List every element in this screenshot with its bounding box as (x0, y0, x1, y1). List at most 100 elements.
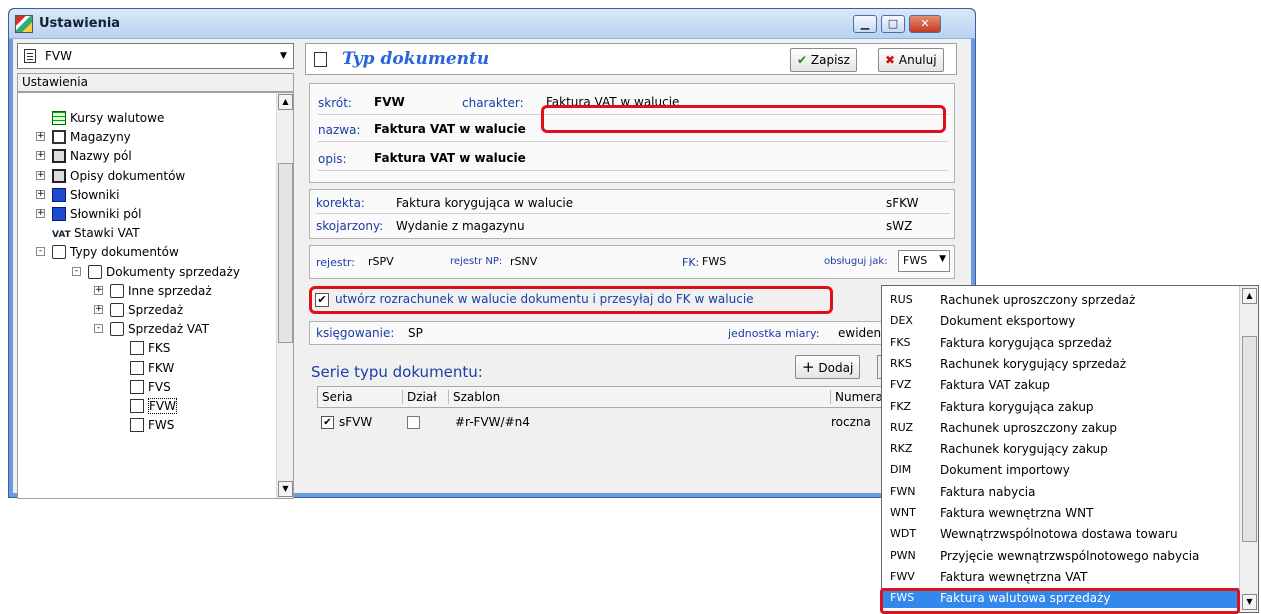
tree-item[interactable]: FVS (130, 378, 171, 396)
tree-scrollbar[interactable]: ▲ ▼ (276, 93, 293, 498)
scroll-thumb[interactable] (278, 163, 293, 343)
skrot-value[interactable]: FVW (374, 95, 405, 109)
col-szablon[interactable]: Szablon (448, 390, 500, 404)
scroll-down-button[interactable]: ▼ (278, 481, 293, 497)
dropdown-item[interactable]: RUZ Rachunek uproszczony zakup (882, 418, 1240, 438)
window-client: FVW ▼ Ustawienia Kursy walutowe + Magazyny… (13, 39, 971, 499)
tree-item[interactable]: Kursy walutowe (52, 109, 164, 127)
document-type-combo[interactable]: FVW ▼ (17, 43, 294, 69)
dropdown-item[interactable]: RUS Rachunek uproszczony sprzedaż (882, 290, 1240, 310)
dropdown-item[interactable]: FWN Faktura nabycia (882, 482, 1240, 502)
item-name: Faktura nabycia (940, 484, 1036, 499)
item-name: Rachunek uproszczony zakup (940, 420, 1117, 435)
opis-field[interactable]: Faktura VAT w walucie (374, 151, 526, 165)
scroll-down-button[interactable]: ▼ (1242, 594, 1257, 610)
item-name: Faktura wewnętrzna VAT (940, 569, 1088, 584)
dropdown-item[interactable]: FKS Faktura korygująca sprzedaż (882, 333, 1240, 353)
obsluguj-combo[interactable]: FWS ▼ (898, 250, 950, 272)
tree-item[interactable]: + Sprzedaż (94, 301, 183, 319)
tree-item[interactable]: - Sprzedaż VAT (94, 320, 209, 338)
dropdown-item[interactable]: FKZ Faktura korygująca zakup (882, 397, 1240, 417)
title-bar[interactable]: Ustawienia ▁ □ ✕ (9, 9, 975, 39)
item-name: Faktura korygująca zakup (940, 399, 1094, 414)
blue-icon (52, 207, 66, 221)
scroll-up-button[interactable]: ▲ (1242, 288, 1257, 304)
collapse-icon[interactable]: - (36, 247, 45, 257)
tree-item[interactable]: FWS (130, 416, 174, 434)
table-row[interactable]: ✔ sFVW #r-FVW/#n4 roczna (317, 410, 951, 436)
folder-icon (52, 245, 66, 260)
tree-item[interactable]: + Magazyny (36, 128, 131, 146)
dzial-checkbox[interactable] (407, 416, 420, 429)
tree-item[interactable]: FKW (130, 359, 174, 377)
relations-panel: korekta: Faktura korygująca w walucie sF… (309, 189, 955, 239)
expand-icon[interactable]: + (36, 132, 45, 142)
tree-item[interactable]: FVW (130, 397, 177, 415)
skojarzony-field[interactable]: Wydanie z magazynu (396, 219, 525, 233)
save-button[interactable]: ✔ Zapisz (790, 48, 857, 72)
obsluguj-dropdown-list: RUS Rachunek uproszczony sprzedaż DEX Dokum… (881, 285, 1259, 613)
close-button[interactable]: ✕ (909, 15, 941, 33)
settings-tree: Kursy walutowe + Magazyny + Nazwy pól + Opisy … (17, 92, 294, 499)
cancel-button[interactable]: ✖ Anuluj (878, 48, 944, 72)
tree-item[interactable]: FKS (130, 339, 170, 357)
series-title: Serie typu dokumentu: (311, 363, 483, 381)
minimize-button[interactable]: ▁ (853, 15, 877, 33)
dropdown-scrollbar[interactable]: ▲ ▼ (1239, 286, 1258, 612)
maximize-button[interactable]: □ (881, 15, 905, 33)
highlight-checkbox (309, 286, 833, 314)
tree-item[interactable]: + Słowniki (36, 186, 119, 204)
collapse-icon[interactable]: - (72, 266, 81, 276)
item-code: DEX (890, 314, 913, 328)
dropdown-item[interactable]: DEX Dokument eksportowy (882, 311, 1240, 331)
expand-icon[interactable]: + (36, 189, 45, 199)
col-seria[interactable]: Seria (322, 390, 353, 404)
expand-icon[interactable]: + (94, 285, 103, 295)
expand-icon[interactable]: + (94, 305, 103, 314)
vat-icon: VAT (52, 230, 71, 241)
tree-item-label: FWS (148, 418, 175, 433)
dropdown-item[interactable]: WDT Wewnątrzwspólnotowa dostawa towaru (882, 524, 1240, 544)
x-icon: ✖ (885, 53, 896, 67)
highlight-selected-item (880, 588, 1240, 614)
dropdown-item[interactable]: RKZ Rachunek korygujący zakup (882, 439, 1240, 459)
tree-item[interactable]: - Typy dokumentów (36, 243, 179, 261)
expand-icon[interactable]: + (36, 170, 45, 180)
seria-checkbox[interactable]: ✔ (321, 416, 334, 429)
chevron-down-icon[interactable]: ▼ (276, 47, 291, 65)
expand-icon[interactable]: + (36, 209, 45, 218)
dropdown-item[interactable]: FVZ Faktura VAT zakup (882, 375, 1240, 395)
dropdown-item[interactable]: DIM Dokument importowy (882, 460, 1240, 480)
doc-icon (130, 418, 144, 433)
tree-item[interactable]: VAT Stawki VAT (52, 224, 140, 242)
tree-item[interactable]: + Słowniki pól (36, 205, 142, 223)
folder-icon (110, 283, 124, 298)
dropdown-item[interactable]: RKS Rachunek korygujący sprzedaż (882, 354, 1240, 374)
tree-item[interactable]: - Dokumenty sprzedaży (72, 263, 240, 281)
collapse-icon[interactable]: - (94, 324, 103, 334)
add-series-button[interactable]: + Dodaj (795, 355, 861, 379)
col-numeracja[interactable]: Numera (830, 390, 883, 404)
plus-icon: + (802, 358, 815, 376)
korekta-field[interactable]: Faktura korygująca w walucie (396, 196, 573, 210)
settings-window: Ustawienia ▁ □ ✕ FVW ▼ Ustawienia Kursy … (8, 8, 976, 499)
dropdown-item[interactable]: FWV Faktura wewnętrzna VAT (882, 567, 1240, 587)
chevron-down-icon[interactable]: ▼ (939, 254, 946, 264)
tree-item-label: Sprzedaż VAT (128, 322, 209, 337)
tree-item[interactable]: + Nazwy pól (36, 147, 132, 165)
scroll-up-button[interactable]: ▲ (278, 94, 293, 110)
nazwa-field[interactable]: Faktura VAT w walucie (374, 122, 526, 136)
tree-item[interactable]: + Opisy dokumentów (36, 167, 185, 185)
tree-item[interactable]: + Inne sprzedaż (94, 282, 212, 300)
tree-item-label: Stawki VAT (74, 226, 140, 241)
item-name: Faktura VAT zakup (940, 378, 1050, 393)
dropdown-item[interactable]: WNT Faktura wewnętrzna WNT (882, 503, 1240, 523)
tree-item-label: Kursy walutowe (70, 111, 165, 125)
document-type-header: Typ dokumentu ✔ Zapisz ✖ Anuluj (305, 43, 957, 75)
col-dzial[interactable]: Dział (402, 390, 437, 404)
scroll-thumb[interactable] (1242, 336, 1257, 542)
expand-icon[interactable]: + (36, 151, 45, 161)
combo-value: FVW (45, 49, 72, 63)
document-icon (314, 52, 327, 67)
dropdown-item[interactable]: PWN Przyjęcie wewnątrzwspólnotowego nabyc… (882, 546, 1240, 566)
